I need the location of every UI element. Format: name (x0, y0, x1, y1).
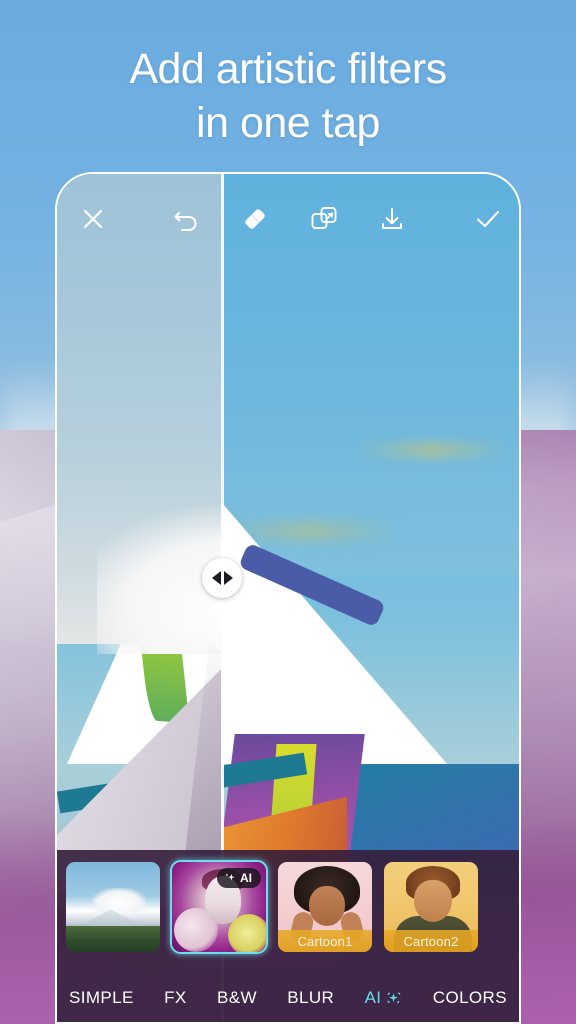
editor-toolbar (57, 174, 519, 256)
tab-blur[interactable]: BLUR (287, 988, 334, 1008)
download-button[interactable] (375, 202, 409, 236)
close-button[interactable] (76, 202, 110, 236)
sparkle-icon (387, 991, 401, 1003)
filter-thumbnail-cartoon1[interactable]: Cartoon1 (276, 860, 374, 954)
tab-fx[interactable]: FX (164, 988, 187, 1008)
ai-badge-label: AI (240, 871, 252, 885)
app-root: Add artistic filters in one tap AI Carto… (0, 0, 576, 1024)
filter-label-cartoon2: Cartoon2 (384, 930, 478, 952)
tab-simple[interactable]: SIMPLE (69, 988, 134, 1008)
headline-line-1: Add artistic filters (129, 45, 447, 93)
apply-button[interactable] (471, 202, 505, 236)
filter-thumbnail-ai-art[interactable]: AI (170, 860, 268, 954)
compare-slider-handle[interactable] (202, 558, 242, 598)
filter-thumbnail-original[interactable] (64, 860, 162, 954)
tab-label-bw: B&W (216, 988, 257, 1007)
filter-category-tabs: SIMPLE FX B&W BLUR AI COLORS (57, 988, 519, 1008)
thumbnail-image-original (66, 862, 160, 952)
tab-label-blur: BLUR (287, 988, 335, 1007)
headline-line-2: in one tap (196, 99, 380, 147)
arrow-right-icon (223, 571, 233, 585)
thumb-ruffle-right (228, 914, 266, 952)
tab-label-simple: SIMPLE (69, 988, 134, 1007)
confirm-icon (476, 210, 500, 228)
filter-thumbnail-list: AI Cartoon1 Cartoon2 (64, 860, 480, 954)
eraser-button[interactable] (238, 202, 272, 236)
thumb-cloud (92, 888, 146, 914)
thumb-cartoon-face-2 (414, 880, 452, 922)
tab-ai[interactable]: AI (365, 988, 403, 1008)
filtered-cloud-1 (357, 442, 507, 458)
phone-frame: AI Cartoon1 Cartoon2 SIMPLE FX B&W BLUR … (55, 172, 521, 1024)
thumb-cartoon-face (309, 886, 345, 926)
ai-badge: AI (217, 868, 261, 888)
tab-colors[interactable]: COLORS (433, 988, 507, 1008)
undo-button[interactable] (170, 202, 204, 236)
filter-panel: AI Cartoon1 Cartoon2 SIMPLE FX B&W BLUR … (57, 850, 519, 1022)
headline: Add artistic filters in one tap (0, 42, 576, 150)
tab-label-ai: AI (364, 988, 382, 1007)
tab-label-colors: COLORS (432, 988, 507, 1007)
thumb-foreground (66, 926, 160, 952)
filter-label-cartoon1: Cartoon1 (278, 930, 372, 952)
layers-button[interactable] (307, 202, 341, 236)
eraser-icon (245, 209, 265, 229)
download-icon (382, 208, 402, 229)
layers-icon (311, 207, 337, 229)
close-icon (83, 209, 103, 229)
arrow-left-icon (211, 571, 221, 585)
sparkle-icon (225, 873, 235, 881)
tab-bw[interactable]: B&W (217, 988, 257, 1008)
tab-label-fx: FX (164, 988, 187, 1007)
undo-icon (174, 211, 197, 232)
filter-thumbnail-cartoon2[interactable]: Cartoon2 (382, 860, 480, 954)
